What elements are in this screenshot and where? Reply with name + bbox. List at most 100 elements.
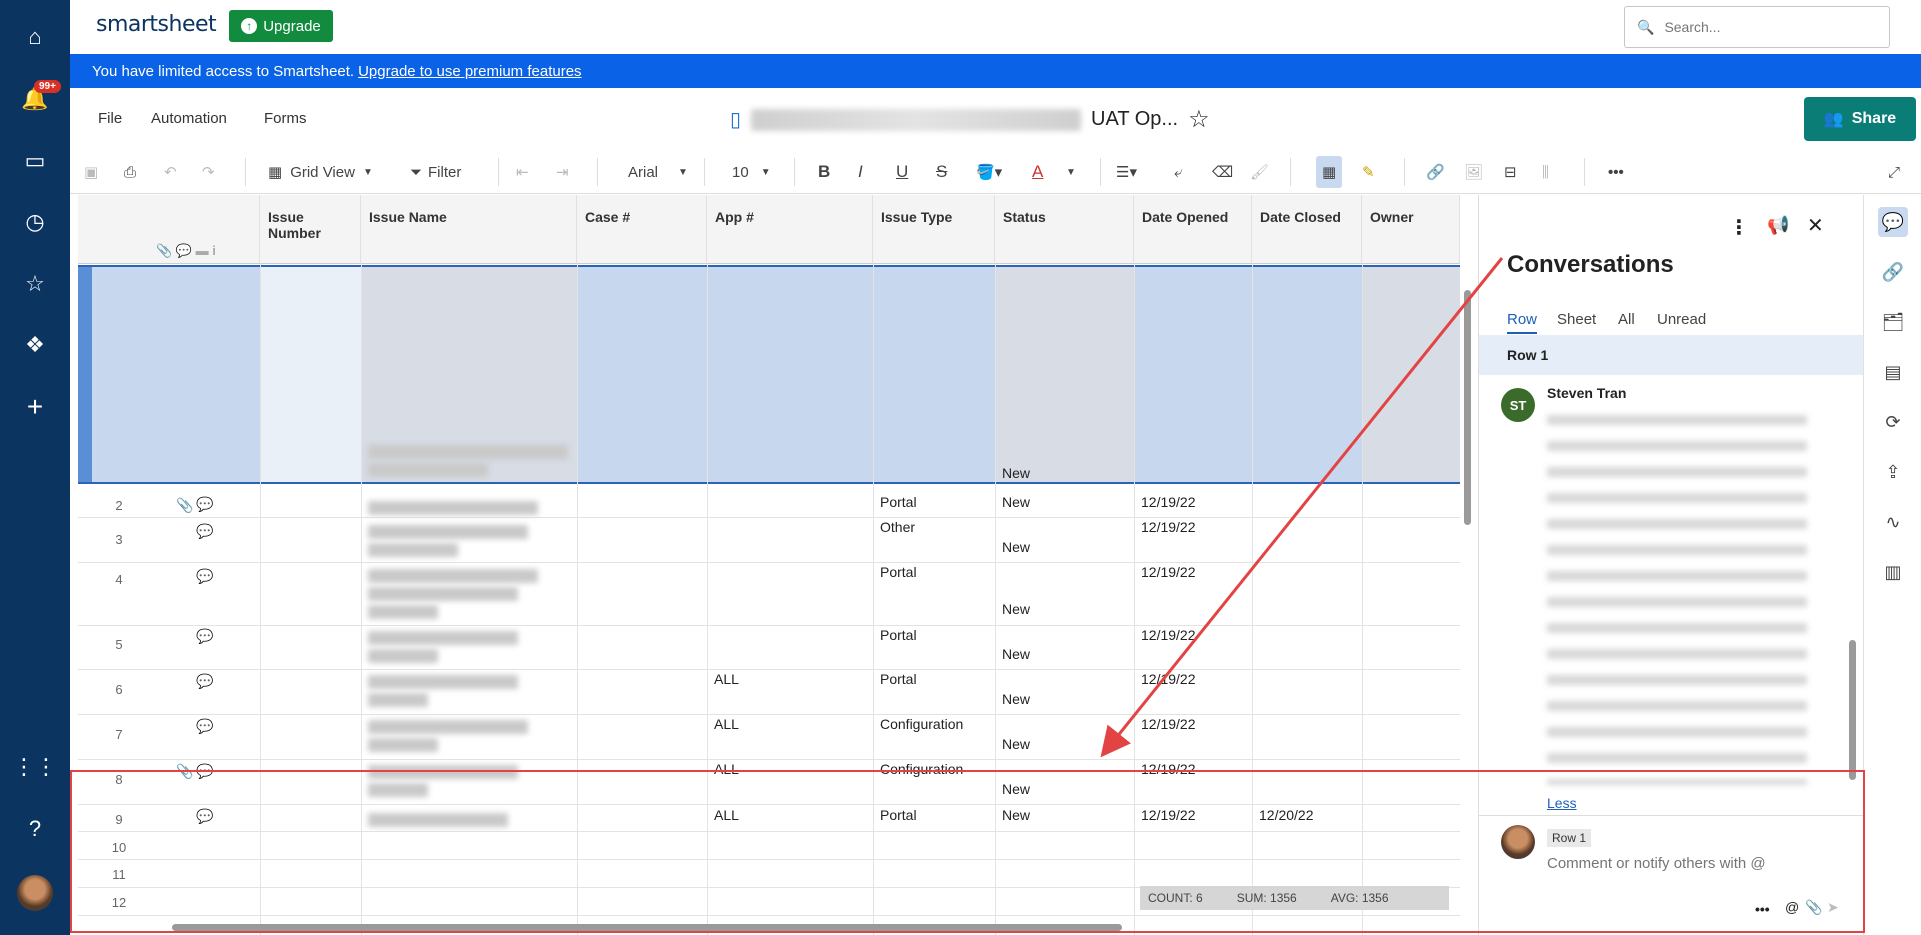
- sheet-summary-icon[interactable]: ▥: [1878, 557, 1908, 587]
- menu-automation[interactable]: Automation: [151, 110, 227, 127]
- italic-icon[interactable]: I: [858, 160, 863, 184]
- vertical-scrollbar[interactable]: [1464, 290, 1471, 525]
- search-input[interactable]: [1664, 19, 1865, 35]
- proofing-icon[interactable]: 🗂: [1878, 307, 1908, 337]
- comment-unread-icon[interactable]: 💬: [196, 808, 213, 825]
- date-closed-cell[interactable]: 12/20/22: [1259, 807, 1314, 823]
- attachment-icon[interactable]: 📎: [176, 763, 193, 780]
- date-opened-cell[interactable]: 12/19/22: [1141, 716, 1196, 732]
- issue-type-cell[interactable]: Portal: [880, 564, 917, 580]
- comment-unread-icon[interactable]: 💬: [196, 628, 213, 645]
- sheet-title[interactable]: ▯ UAT Op... ☆: [730, 105, 1210, 134]
- col-header-issue-type[interactable]: Issue Type: [873, 195, 995, 264]
- col-header-owner[interactable]: Owner: [1362, 195, 1460, 264]
- issue-type-cell[interactable]: Portal: [880, 494, 917, 510]
- comment-unread-icon[interactable]: 💬: [196, 523, 213, 540]
- col-header-issue-number[interactable]: Issue Number: [260, 195, 361, 264]
- print-icon[interactable]: ⎙: [124, 160, 136, 184]
- comment-unread-icon[interactable]: 💬: [196, 718, 213, 735]
- favorites-star-icon[interactable]: ☆: [18, 267, 52, 301]
- status-cell[interactable]: New: [1002, 736, 1030, 752]
- announcement-icon[interactable]: 📢: [1767, 215, 1789, 236]
- issue-type-cell[interactable]: Configuration: [880, 761, 963, 777]
- panel-scrollbar[interactable]: [1849, 640, 1856, 780]
- kebab-menu-icon[interactable]: ⋮: [1729, 215, 1749, 240]
- status-cell[interactable]: New: [1002, 781, 1030, 797]
- status-cell[interactable]: New: [1002, 539, 1030, 555]
- chevron-down-icon[interactable]: ▼: [1066, 160, 1076, 184]
- close-icon[interactable]: ✕: [1807, 213, 1824, 238]
- outdent-icon[interactable]: ⇤: [516, 160, 529, 184]
- summary-icon[interactable]: ▤: [1878, 357, 1908, 387]
- menu-forms[interactable]: Forms: [264, 110, 307, 127]
- col-header-issue-name[interactable]: Issue Name: [361, 195, 577, 264]
- attachment-icon[interactable]: 📎: [176, 497, 193, 514]
- tab-all[interactable]: All: [1618, 311, 1635, 328]
- mention-icon[interactable]: @: [1785, 899, 1799, 915]
- attach-icon[interactable]: 📎: [1805, 899, 1822, 916]
- publish-icon[interactable]: ⇪: [1878, 457, 1908, 487]
- send-icon[interactable]: ➤: [1827, 899, 1839, 916]
- share-button[interactable]: 👥 Share: [1804, 97, 1916, 141]
- apps-grid-icon[interactable]: ⋮⋮: [13, 750, 57, 784]
- wrap-text-icon[interactable]: ⤶: [1174, 160, 1182, 184]
- activity-log-icon[interactable]: ∿: [1878, 507, 1908, 537]
- status-cell[interactable]: New: [1002, 807, 1030, 823]
- status-cell[interactable]: New: [1002, 646, 1030, 662]
- more-options-icon[interactable]: •••: [1608, 160, 1624, 184]
- undo-icon[interactable]: ↶: [164, 160, 177, 184]
- strikethrough-icon[interactable]: S: [936, 160, 947, 184]
- tab-row[interactable]: Row: [1507, 311, 1538, 334]
- expand-icon[interactable]: ⤢: [1888, 160, 1900, 184]
- comment-input[interactable]: [1547, 855, 1837, 872]
- date-opened-cell[interactable]: 12/19/22: [1141, 627, 1196, 643]
- tab-unread[interactable]: Unread: [1657, 311, 1706, 328]
- col-header-app[interactable]: App #: [707, 195, 873, 264]
- clear-format-icon[interactable]: ⌫: [1212, 160, 1233, 184]
- date-opened-cell[interactable]: 12/19/22: [1141, 494, 1196, 510]
- solution-center-icon[interactable]: ❖: [18, 328, 52, 362]
- indent-icon[interactable]: ⇥: [556, 160, 569, 184]
- more-options-icon[interactable]: •••: [1755, 901, 1770, 917]
- text-color-icon[interactable]: A: [1032, 160, 1043, 184]
- filter-button[interactable]: ⏷ Filter: [410, 160, 461, 184]
- user-avatar[interactable]: [17, 875, 53, 911]
- image-icon[interactable]: 🖼: [1464, 160, 1483, 184]
- home-icon[interactable]: ⌂: [18, 20, 52, 54]
- font-size-dropdown[interactable]: 10 ▼: [732, 160, 771, 184]
- smartsheet-logo[interactable]: smartsheet: [96, 12, 217, 37]
- card-view-toggle-icon[interactable]: ▦: [1316, 156, 1343, 188]
- issue-type-cell[interactable]: Portal: [880, 627, 917, 643]
- underline-icon[interactable]: U: [896, 160, 908, 184]
- browse-folder-icon[interactable]: ▭: [18, 144, 52, 178]
- row1-status[interactable]: New: [1002, 465, 1030, 481]
- upgrade-button[interactable]: ↑ Upgrade: [229, 10, 333, 42]
- recents-clock-icon[interactable]: ◷: [18, 205, 52, 239]
- issue-type-cell[interactable]: Portal: [880, 807, 917, 823]
- insert-row-icon[interactable]: ⊟: [1504, 160, 1517, 184]
- bold-icon[interactable]: B: [818, 160, 830, 184]
- status-cell[interactable]: New: [1002, 601, 1030, 617]
- date-opened-cell[interactable]: 12/19/22: [1141, 761, 1196, 777]
- date-opened-cell[interactable]: 12/19/22: [1141, 564, 1196, 580]
- font-family-dropdown[interactable]: Arial ▼: [628, 160, 688, 184]
- search-box[interactable]: 🔍: [1624, 6, 1890, 48]
- menu-file[interactable]: File: [98, 110, 122, 127]
- help-icon[interactable]: ?: [18, 812, 52, 846]
- comment-unread-icon[interactable]: 💬: [196, 496, 213, 513]
- update-requests-icon[interactable]: ⟳: [1878, 407, 1908, 437]
- redo-icon[interactable]: ↷: [202, 160, 215, 184]
- comment-unread-icon[interactable]: 💬: [196, 763, 213, 780]
- link-icon[interactable]: 🔗: [1426, 160, 1445, 184]
- issue-type-cell[interactable]: Configuration: [880, 716, 963, 732]
- horizontal-scrollbar[interactable]: [172, 924, 1122, 931]
- create-plus-icon[interactable]: +: [18, 390, 52, 424]
- status-cell[interactable]: New: [1002, 691, 1030, 707]
- app-cell[interactable]: ALL: [714, 671, 739, 687]
- comment-unread-icon[interactable]: 💬: [196, 568, 213, 585]
- col-header-date-closed[interactable]: Date Closed: [1252, 195, 1362, 264]
- date-opened-cell[interactable]: 12/19/22: [1141, 671, 1196, 687]
- format-painter-icon[interactable]: 🖌: [1250, 160, 1269, 184]
- column-icon[interactable]: ⫼: [1542, 160, 1549, 184]
- save-icon[interactable]: ▣: [84, 160, 98, 184]
